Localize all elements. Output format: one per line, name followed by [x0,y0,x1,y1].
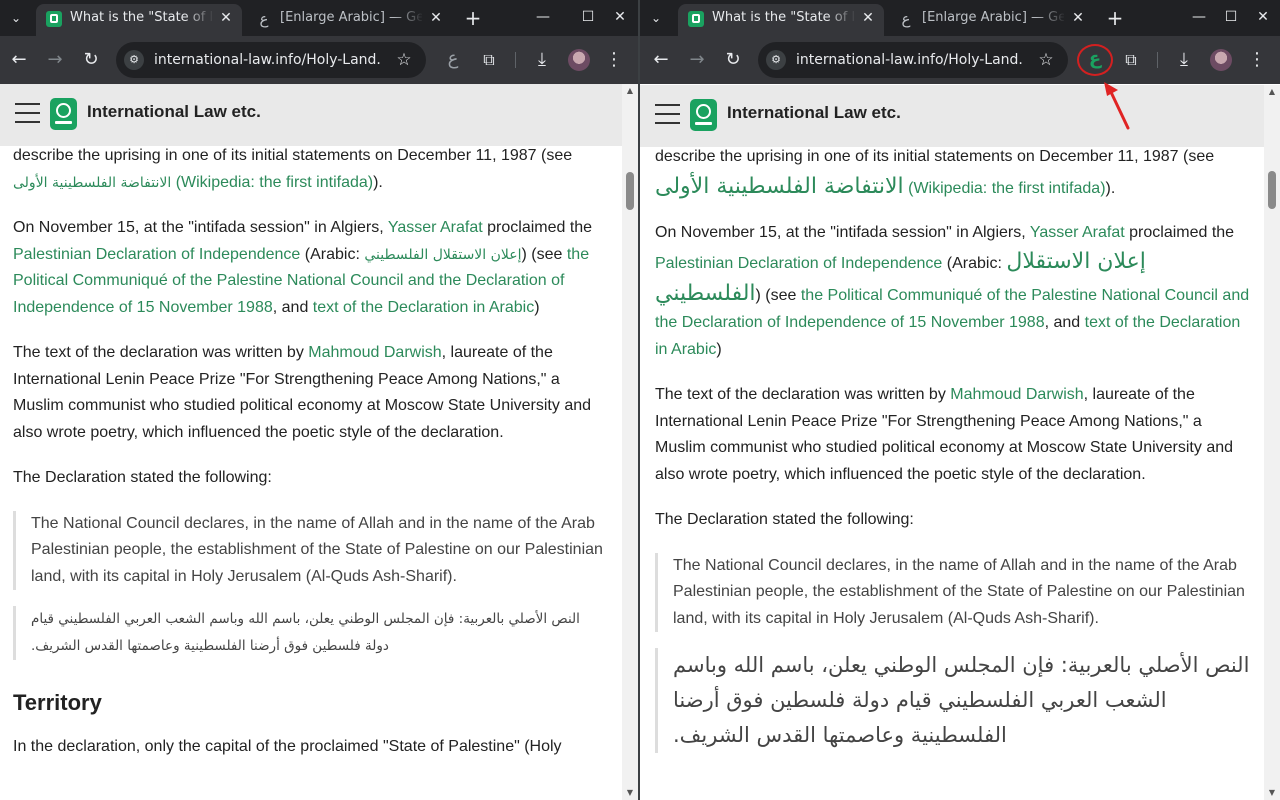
tab-close-icon[interactable]: ✕ [428,4,444,32]
url-text: international-law.info/Holy-Land... [154,52,382,68]
download-icon[interactable]: ⤓ [1172,48,1196,72]
forward-button[interactable]: → [685,48,709,72]
tab-close-icon[interactable]: ✕ [1070,4,1086,32]
link-wikipedia-intifada[interactable]: (Wikipedia: the first intifada) [908,180,1105,197]
page-scrollbar[interactable]: ▲ ▼ [1264,85,1280,800]
extensions-puzzle-icon[interactable]: ⧉ [477,48,501,72]
tab-active[interactable]: What is the "State of Pa ✕ [36,4,242,36]
tab-strip: ⌄ What is the "State of Pa ✕ ع [Enlarge … [640,0,1280,36]
reload-button[interactable]: ↻ [79,48,103,72]
hamburger-menu-icon[interactable] [655,104,680,124]
site-header: International Law etc. [640,85,1264,147]
new-tab-button[interactable]: + [1103,6,1127,30]
paragraph-darwish: The text of the declaration was written … [655,386,1234,483]
heading-territory: Territory [13,690,102,715]
close-window-button[interactable]: ✕ [609,6,631,28]
scroll-down-icon[interactable]: ▼ [622,786,638,800]
link-declaration-of-independence[interactable]: Palestinian Declaration of Independence [655,255,942,272]
forward-button[interactable]: → [43,48,67,72]
scrollbar-thumb[interactable] [1268,171,1276,209]
highlight-circle [1077,44,1113,76]
browser-menu-icon[interactable]: ⋮ [602,48,626,72]
quote-arabic: النص الأصلي بالعربية: فإن المجلس الوطني … [13,606,608,660]
tab-close-icon[interactable]: ✕ [218,4,234,32]
paragraph-intro: describe the uprising in one of its init… [13,147,573,191]
site-brand[interactable]: International Law etc. [727,103,901,123]
paragraph-stated: The Declaration stated the following: [655,511,914,528]
paragraph-darwish: The text of the declaration was written … [13,344,592,441]
scroll-down-icon[interactable]: ▼ [1264,786,1280,800]
page-scrollbar[interactable]: ▲ ▼ [622,84,638,800]
quote-english: The National Council declares, in the na… [13,510,608,590]
browser-window-right: ⌄ What is the "State of Pa ✕ ع [Enlarge … [640,0,1280,800]
enlarge-arabic-extension-icon[interactable]: ع [441,48,465,72]
paragraph-stated: The Declaration stated the following: [13,469,272,486]
tab-search-icon[interactable]: ⌄ [644,6,668,30]
close-window-button[interactable]: ✕ [1252,6,1274,28]
minimize-button[interactable]: — [532,6,554,28]
paragraph-declaration: On November 15, at the "intifada session… [13,219,593,316]
site-brand[interactable]: International Law etc. [87,102,261,122]
profile-avatar[interactable] [1210,49,1232,71]
browser-toolbar: ← → ↻ ⚙ international-law.info/Holy-Land… [0,36,638,84]
paragraph-declaration: On November 15, at the "intifada session… [655,223,1250,358]
site-info-icon[interactable]: ⚙ [766,50,786,70]
tab-enlarge-arabic[interactable]: ع [Enlarge Arabic] — Ger ✕ [246,4,452,36]
quote-english: The National Council declares, in the na… [655,552,1250,632]
address-bar[interactable]: ⚙ international-law.info/Holy-Land... ☆ [116,42,426,78]
back-button[interactable]: ← [7,48,31,72]
back-button[interactable]: ← [649,48,673,72]
tab-close-icon[interactable]: ✕ [860,4,876,32]
link-arabic-declaration[interactable]: إعلان الاستقلال الفلسطيني [364,247,521,263]
link-yasser-arafat[interactable]: Yasser Arafat [1030,224,1125,241]
site-favicon-icon [688,11,704,27]
article-content: describe the uprising in one of its init… [0,146,622,800]
link-mahmoud-darwish[interactable]: Mahmoud Darwish [308,344,441,361]
paragraph-territory: In the declaration, only the capital of … [13,738,562,755]
browser-menu-icon[interactable]: ⋮ [1245,48,1269,72]
maximize-button[interactable]: ☐ [1220,6,1242,28]
reload-button[interactable]: ↻ [721,48,745,72]
profile-avatar[interactable] [568,49,590,71]
link-arabic-intifada[interactable]: الانتفاضة الفلسطينية الأولى [655,174,904,199]
tab-enlarge-arabic[interactable]: ع [Enlarge Arabic] — Ger ✕ [888,4,1094,36]
download-icon[interactable]: ⤓ [530,48,554,72]
extensions-puzzle-icon[interactable]: ⧉ [1119,48,1143,72]
quote-arabic: النص الأصلي بالعربية: فإن المجلس الوطني … [655,648,1250,753]
red-arrow-annotation [1104,82,1130,130]
site-header: International Law etc. [0,84,622,146]
minimize-button[interactable]: — [1188,6,1210,28]
scroll-up-icon[interactable]: ▲ [622,84,638,98]
site-logo[interactable] [50,98,77,130]
ain-favicon-icon: ع [259,10,269,28]
link-text-arabic[interactable]: text of the Declaration in Arabic [313,299,534,316]
scroll-up-icon[interactable]: ▲ [1264,85,1280,99]
url-text: international-law.info/Holy-Land... [796,52,1024,68]
site-favicon-icon [46,11,62,27]
paragraph-intro: describe the uprising in one of its init… [655,148,1215,199]
link-wikipedia-intifada[interactable]: (Wikipedia: the first intifada) [176,174,373,191]
site-info-icon[interactable]: ⚙ [124,50,144,70]
link-yasser-arafat[interactable]: Yasser Arafat [388,219,483,236]
bookmark-star-icon[interactable]: ☆ [392,48,416,72]
link-arabic-intifada[interactable]: الانتفاضة الفلسطينية الأولى [13,175,171,191]
hamburger-menu-icon[interactable] [15,103,40,123]
tab-active[interactable]: What is the "State of Pa ✕ [678,4,884,36]
tab-search-icon[interactable]: ⌄ [4,6,28,30]
tab-strip: ⌄ What is the "State of Pa ✕ ع [Enlarge … [0,0,638,36]
browser-window-left: ⌄ What is the "State of Pa ✕ ع [Enlarge … [0,0,638,800]
scrollbar-thumb[interactable] [626,172,634,210]
maximize-button[interactable]: ☐ [577,6,599,28]
bookmark-star-icon[interactable]: ☆ [1034,48,1058,72]
ain-favicon-icon: ع [901,10,911,28]
browser-toolbar: ← → ↻ ⚙ international-law.info/Holy-Land… [640,36,1280,84]
address-bar[interactable]: ⚙ international-law.info/Holy-Land... ☆ [758,42,1068,78]
link-declaration-of-independence[interactable]: Palestinian Declaration of Independence [13,246,300,263]
new-tab-button[interactable]: + [461,6,485,30]
article-content: describe the uprising in one of its init… [640,147,1264,800]
link-mahmoud-darwish[interactable]: Mahmoud Darwish [950,386,1083,403]
site-logo[interactable] [690,99,717,131]
